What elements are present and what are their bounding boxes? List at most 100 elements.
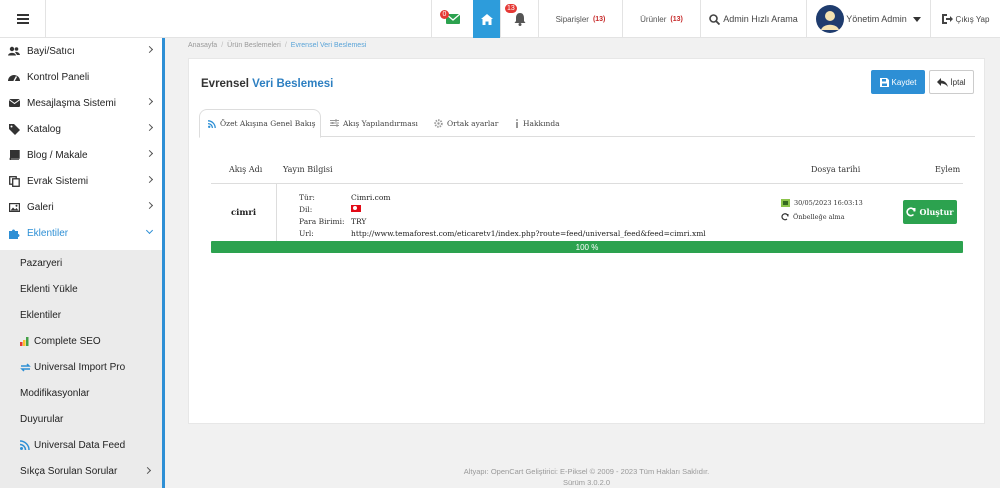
refresh-icon (906, 207, 916, 217)
tab-about[interactable]: Hakkında (515, 109, 560, 137)
sidebar-item-messaging[interactable]: Mesajlaşma Sistemi (0, 90, 162, 116)
book-icon (8, 149, 20, 161)
submenu-item-complete-seo[interactable]: Complete SEO (0, 328, 162, 354)
gear-icon (434, 118, 443, 128)
submenu-item-modifications[interactable]: Modifikasyonlar (0, 380, 162, 406)
logout-label: Çıkış Yap (955, 14, 990, 24)
submenu-item-faq[interactable]: Sıkça Sorulan Sorular (0, 458, 162, 484)
submenu-item-label: Duyurular (20, 413, 64, 425)
info-icon (515, 118, 519, 128)
breadcrumb-current[interactable]: Evrensel Veri Beslemesi (291, 42, 366, 49)
puzzle-icon (8, 227, 20, 239)
submenu-item-extensions[interactable]: Eklentiler (0, 302, 162, 328)
progress-bar: 100 % (211, 241, 963, 253)
products-count: (13) (670, 15, 683, 23)
orders-link[interactable]: Siparişler (13) (538, 0, 622, 38)
rss-icon (20, 440, 31, 450)
info-key: Url: (299, 228, 314, 238)
sliders-icon (330, 119, 339, 127)
submenu-item-announcements[interactable]: Duyurular (0, 406, 162, 432)
chevron-right-icon (145, 97, 154, 106)
info-url-link[interactable]: http://www.temaforest.com/eticaretv1/ind… (351, 229, 706, 238)
sidebar-item-label: Evrak Sistemi (27, 175, 89, 187)
save-button[interactable]: Kaydet (871, 70, 925, 94)
page-title-main: Evrensel (201, 78, 249, 90)
column-header-action: Eylem (935, 165, 961, 174)
cancel-button[interactable]: İptal (929, 70, 974, 94)
info-key: Dil: (299, 204, 313, 214)
sidebar-item-gallery[interactable]: Galeri (0, 194, 162, 220)
feeds-table-header: Akış Adı Yayın Bilgisi Dosya tarihi Eyle… (211, 159, 963, 183)
cancel-label: İptal (950, 77, 966, 87)
chevron-right-icon (143, 466, 152, 475)
sidebar-item-dashboard[interactable]: Kontrol Paneli (0, 64, 162, 90)
products-link[interactable]: Ürünler (13) (622, 0, 700, 38)
image-icon (8, 201, 20, 213)
submenu-item-label: Eklenti Yükle (20, 283, 78, 295)
tab-feed-overview[interactable]: Özet Akışına Genel Bakış (199, 109, 321, 138)
tab-label: Hakkında (523, 118, 560, 128)
hamburger-icon (16, 14, 29, 24)
sidebar-item-label: Mesajlaşma Sistemi (27, 97, 116, 109)
generate-feed-button[interactable]: Oluştur (903, 200, 957, 224)
info-currency-value: TRY (351, 216, 367, 226)
tab-common-settings[interactable]: Ortak ayarlar (434, 109, 498, 137)
sidebar-item-dealer[interactable]: Bayi/Satıcı (0, 38, 162, 64)
tab-feed-configuration[interactable]: Akış Yapılandırması (330, 109, 418, 137)
refresh-icon (781, 213, 789, 221)
submenu-item-marketplace[interactable]: Pazaryeri (0, 250, 162, 276)
search-label: Admin Hızlı Arama (723, 14, 798, 24)
tab-label: Ortak ayarlar (447, 118, 499, 128)
sidebar-item-catalog[interactable]: Katalog (0, 116, 162, 142)
orders-label: Siparişler (555, 14, 589, 24)
sidebar-item-documents[interactable]: Evrak Sistemi (0, 168, 162, 194)
messages-button[interactable]: 0 (431, 0, 473, 38)
cache-label[interactable]: Önbelleğe alma (793, 213, 845, 221)
file-icon (781, 199, 790, 207)
info-type-value: Cimri.com (351, 192, 391, 202)
submenu-item-label: Universal Import Pro (34, 361, 126, 373)
info-key: Para Birimi: (299, 216, 345, 226)
feed-name: cimri (211, 184, 277, 242)
main-panel: Evrensel Veri Beslemesi Kaydet İptal Öze… (188, 58, 985, 424)
sidebar-item-label: Kontrol Paneli (27, 71, 90, 83)
sidebar-item-label: Galeri (27, 201, 54, 213)
tab-bar: Özet Akışına Genel Bakış Akış Yapılandır… (199, 109, 975, 138)
submenu-item-universal-data-feed[interactable]: Universal Data Feed (0, 432, 162, 458)
breadcrumb: Anasayfa / Ürün Beslemeleri / Evrensel Veri … (188, 42, 367, 49)
sidebar: Bayi/Satıcı Kontrol Paneli Mesajlaşma Si… (0, 38, 165, 488)
table-row: cimri Tür: Cimri.com Dil: Para Birimi: TRY… (211, 183, 963, 242)
admin-quick-search-button[interactable]: Admin Hızlı Arama (700, 0, 806, 38)
chevron-down-icon (145, 226, 154, 235)
tab-label: Özet Akışına Genel Bakış (220, 119, 316, 128)
sidebar-item-label: Eklentiler (27, 227, 69, 239)
dashboard-icon (8, 71, 20, 83)
submenu-item-extension-installer[interactable]: Eklenti Yükle (0, 276, 162, 302)
chevron-right-icon (145, 175, 154, 184)
extensions-submenu: Pazaryeri Eklenti Yükle Eklentiler Compl… (0, 250, 162, 488)
file-date-value: 30/05/2023 16:03:13 (794, 199, 863, 207)
menu-toggle-button[interactable] (0, 0, 46, 38)
sidebar-item-extensions[interactable]: Eklentiler (0, 220, 162, 246)
users-icon (8, 45, 20, 57)
submenu-item-universal-import-pro[interactable]: Universal Import Pro (0, 354, 162, 380)
mail-badge: 0 (440, 10, 449, 19)
admin-label: Yönetim Admin (846, 14, 907, 24)
home-icon (480, 13, 493, 25)
home-button[interactable] (473, 0, 500, 38)
notifications-button[interactable]: 13 (500, 0, 538, 38)
tab-label: Akış Yapılandırması (343, 118, 418, 128)
admin-menu-button[interactable]: Yönetim Admin (806, 0, 930, 38)
search-icon (709, 13, 721, 25)
floppy-disk-icon (879, 77, 889, 87)
logout-button[interactable]: Çıkış Yap (930, 0, 1000, 38)
tag-icon (8, 123, 20, 135)
submenu-item-label: Complete SEO (34, 335, 101, 347)
breadcrumb-home-link[interactable]: Anasayfa (188, 42, 217, 49)
products-label: Ürünler (640, 14, 667, 24)
breadcrumb-product-feeds-link[interactable]: Ürün Beslemeleri (227, 42, 281, 49)
seo-chart-icon (20, 336, 31, 346)
sidebar-item-blog[interactable]: Blog / Makale (0, 142, 162, 168)
submenu-item-label: Sıkça Sorulan Sorular (20, 465, 118, 477)
orders-count: (13) (592, 15, 606, 23)
